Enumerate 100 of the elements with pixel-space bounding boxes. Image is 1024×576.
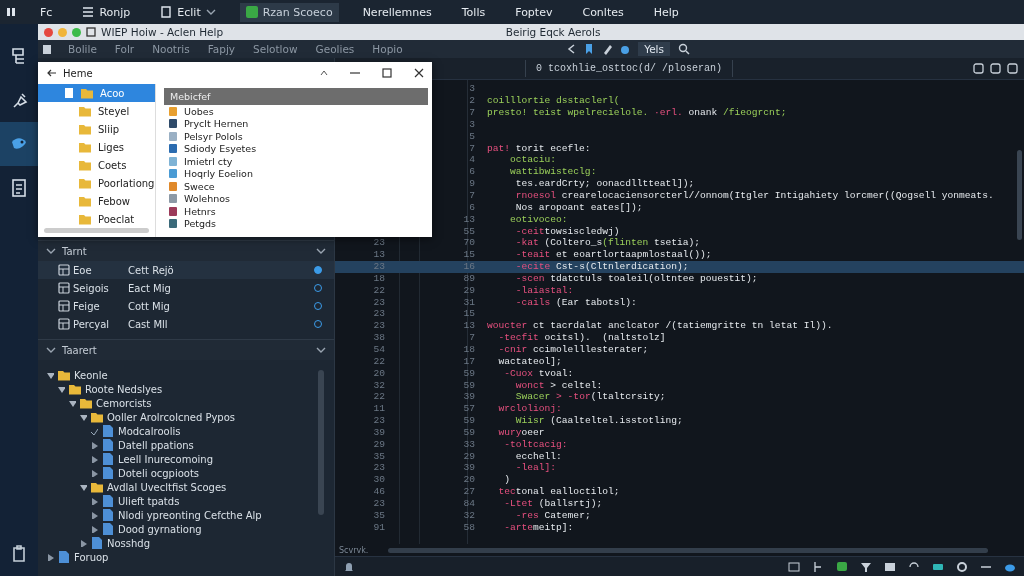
caret-right-icon[interactable]	[90, 511, 98, 519]
tree-item[interactable]: Avdlal Uvecltfist Scoges	[107, 481, 227, 493]
file-icon	[168, 218, 178, 230]
tree-item[interactable]: Modcalroolis	[118, 425, 181, 437]
tree-item[interactable]: Ulieft tpatds	[118, 495, 180, 507]
sidebar-item[interactable]: Coets	[38, 156, 155, 174]
file-item[interactable]: Petgds	[164, 217, 428, 230]
caret-down-icon[interactable]	[57, 385, 65, 393]
tree-item[interactable]: Datell ppations	[118, 439, 194, 451]
menu-item[interactable]: Tolls	[455, 2, 492, 22]
tree-item[interactable]: Ooller Arolrcolcned Pypos	[107, 411, 236, 423]
item-value: Cett Rejö	[128, 264, 175, 276]
notes-icon[interactable]	[10, 178, 28, 198]
window-icon	[86, 27, 96, 37]
tree-item[interactable]: Keonle	[74, 369, 108, 381]
toolbar-button[interactable]: Fapjy	[205, 43, 237, 55]
tree-item[interactable]: Nlodi ypreonting Cefcthe Alp	[118, 509, 262, 521]
bell-icon[interactable]	[343, 560, 355, 573]
check-icon	[90, 427, 98, 435]
folder-icon	[57, 368, 71, 382]
menu-item[interactable]: Rzan Scoeco	[239, 2, 339, 22]
back-arrow-icon[interactable]	[46, 68, 57, 78]
tree-item[interactable]: Dood gyrnationg	[118, 523, 202, 535]
file-item[interactable]: Imietrl cty	[164, 155, 428, 168]
scrollbar[interactable]	[388, 547, 989, 553]
file-item[interactable]: Sdiody Esyetes	[164, 142, 428, 155]
tree-item[interactable]: Nosshdg	[107, 537, 151, 549]
toolbar-button[interactable]: Bolile	[66, 43, 99, 55]
menu-item[interactable]: Fc	[34, 2, 59, 22]
code-line: -kat (Coltero_s(flinten tsetia);	[514, 237, 701, 249]
collapse-icon[interactable]	[316, 247, 326, 255]
close-button[interactable]	[44, 27, 53, 37]
file-item[interactable]: Wolehnos	[164, 192, 428, 205]
bookmark-icon[interactable]	[584, 43, 595, 55]
menu-item[interactable]: Ronjp	[76, 2, 137, 22]
app-logo-icon[interactable]	[6, 6, 16, 18]
sidebar-item[interactable]: Poeclat	[38, 210, 155, 228]
caret-down-icon[interactable]	[68, 399, 76, 407]
file-item[interactable]: Uobes	[164, 105, 428, 118]
caret-up-icon[interactable]	[320, 69, 328, 77]
sidebar-item[interactable]: Sliip	[38, 120, 155, 138]
menu-item[interactable]: Nerellemnes	[356, 2, 438, 22]
caret-right-icon[interactable]	[90, 455, 98, 463]
caret-right-icon[interactable]	[46, 553, 54, 561]
tree-item[interactable]: Leell Inurecomoing	[118, 453, 214, 465]
chevron-icon[interactable]	[46, 247, 56, 255]
line-number: 23	[372, 462, 385, 474]
file-item[interactable]: Swece	[164, 180, 428, 193]
toolbar-button[interactable]: Yels	[638, 42, 670, 56]
back-icon[interactable]	[566, 43, 577, 55]
caret-down-icon[interactable]	[46, 371, 54, 379]
caret-right-icon[interactable]	[79, 539, 87, 547]
caret-right-icon[interactable]	[90, 469, 98, 477]
scrollbar[interactable]	[318, 370, 324, 515]
maximize-icon[interactable]	[382, 68, 392, 78]
caret-right-icon[interactable]	[90, 441, 98, 449]
toolbar-button[interactable]: Folr	[112, 43, 137, 55]
tree-item[interactable]: Foruop	[74, 551, 109, 563]
tree-item[interactable]: Roote Nedslyes	[85, 383, 163, 395]
scrollbar[interactable]	[44, 228, 149, 233]
toolbar-button[interactable]: Geolies	[313, 43, 357, 55]
collapse-icon[interactable]	[316, 346, 326, 354]
section-title[interactable]: Tarnt	[62, 245, 87, 257]
scrollbar[interactable]	[1017, 150, 1022, 240]
file-item[interactable]: Pryclt Hernen	[164, 117, 428, 130]
file-item[interactable]: Hetnrs	[164, 205, 428, 218]
menu-item[interactable]: Eclit	[154, 2, 222, 22]
radio-button[interactable]	[314, 266, 322, 274]
toolbar-button[interactable]: Hopio	[370, 43, 405, 55]
toolbar-button[interactable]: Nootris	[150, 43, 192, 55]
chevron-icon[interactable]	[46, 346, 56, 354]
menu-item[interactable]: Conltes	[576, 2, 630, 22]
search-icon[interactable]	[678, 43, 690, 55]
caret-right-icon[interactable]	[90, 525, 98, 533]
pen-icon[interactable]	[602, 43, 613, 55]
tree-item[interactable]: Doteli ocgpioots	[118, 467, 200, 479]
caret-right-icon[interactable]	[90, 497, 98, 505]
menu-item[interactable]: Foptev	[509, 2, 559, 22]
file-item[interactable]: Hoqrly Eoelion	[164, 167, 428, 180]
caret-down-icon[interactable]	[79, 413, 87, 421]
sidebar-item[interactable]: Steyel	[38, 102, 155, 120]
filter-icon[interactable]	[860, 560, 872, 573]
caret-down-icon[interactable]	[79, 483, 87, 491]
save-icon[interactable]	[42, 43, 52, 55]
toolbar-button[interactable]: Selotlow	[251, 43, 300, 55]
sidebar-item[interactable]: Acoo	[38, 84, 155, 102]
line-number: 16	[462, 261, 475, 273]
sidebar-item[interactable]: Poorlationg	[38, 174, 155, 192]
file-item[interactable]: Pelsyr Polols	[164, 130, 428, 143]
close-icon[interactable]	[414, 68, 424, 78]
sidebar-item[interactable]: Liges	[38, 138, 155, 156]
section-title[interactable]: Taarert	[62, 344, 97, 356]
clipboard-icon[interactable]	[10, 544, 28, 564]
sidebar-item[interactable]: Febow	[38, 192, 155, 210]
line-number: 91	[372, 521, 385, 533]
menu-item[interactable]: Help	[647, 2, 685, 22]
line-number: 46	[372, 486, 385, 498]
tree-item[interactable]: Cemorcists	[96, 397, 152, 409]
branch-icon[interactable]	[812, 560, 824, 573]
item-value: Cott Mig	[128, 300, 171, 312]
